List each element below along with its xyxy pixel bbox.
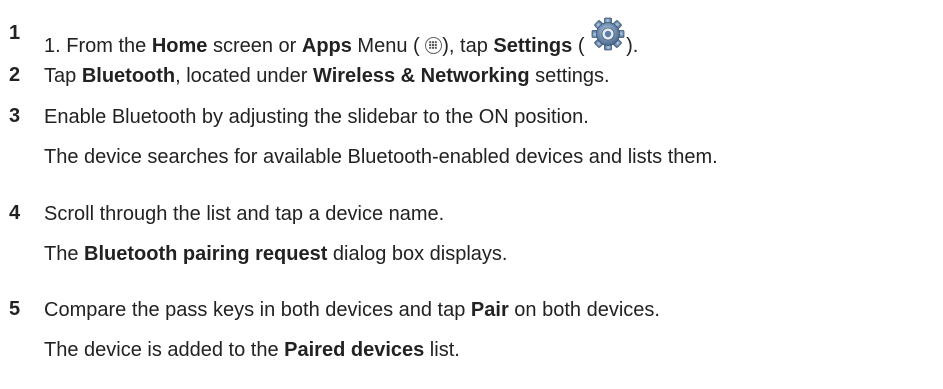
text: screen or (207, 35, 302, 57)
step-5-line-1: Compare the pass keys in both devices an… (44, 298, 660, 322)
home-label: Home (151, 35, 208, 57)
text: ( (572, 35, 591, 57)
settings-gear-icon (590, 16, 626, 52)
step-3-line-1: Enable Bluetooth by adjusting the slideb… (44, 106, 589, 128)
text: The device is added to the (44, 339, 285, 361)
settings-label: Settings (493, 35, 573, 57)
text: 1. From the (44, 35, 152, 57)
text: Menu ( (351, 35, 426, 57)
step-4-line-2: The Bluetooth pairing request dialog box… (44, 242, 507, 266)
step-number: 4 (9, 202, 21, 224)
text: ). (626, 35, 639, 57)
step-number: 3 (9, 105, 21, 127)
step-number: 5 (9, 298, 21, 320)
text: list. (424, 339, 460, 361)
text: on both devices. (508, 299, 660, 321)
text: settings. (529, 65, 610, 87)
pair-label: Pair (470, 299, 509, 321)
bluetooth-label: Bluetooth (81, 65, 176, 87)
text: The (44, 243, 85, 265)
apps-label: Apps (301, 35, 352, 57)
step-3-line-2: The device searches for available Blueto… (44, 146, 718, 168)
step-2-text: Tap Bluetooth, located under Wireless & … (44, 64, 610, 88)
text: dialog box displays. (327, 243, 508, 265)
pairing-request-label: Bluetooth pairing request (84, 243, 328, 265)
step-4-line-1: Scroll through the list and tap a device… (44, 203, 445, 225)
text: Tap (44, 65, 82, 87)
step-number: 1 (9, 22, 21, 44)
wireless-networking-label: Wireless & Networking (313, 65, 530, 87)
text: ), tap (442, 35, 494, 57)
step-number: 2 (9, 64, 21, 86)
text: Compare the pass keys in both devices an… (44, 299, 471, 321)
text: , located under (175, 65, 313, 87)
step-5-line-2: The device is added to the Paired device… (44, 338, 460, 362)
paired-devices-label: Paired devices (284, 339, 425, 361)
step-1-text: 1. From the Home screen or Apps Menu ( )… (44, 17, 639, 58)
apps-menu-icon (425, 37, 443, 54)
